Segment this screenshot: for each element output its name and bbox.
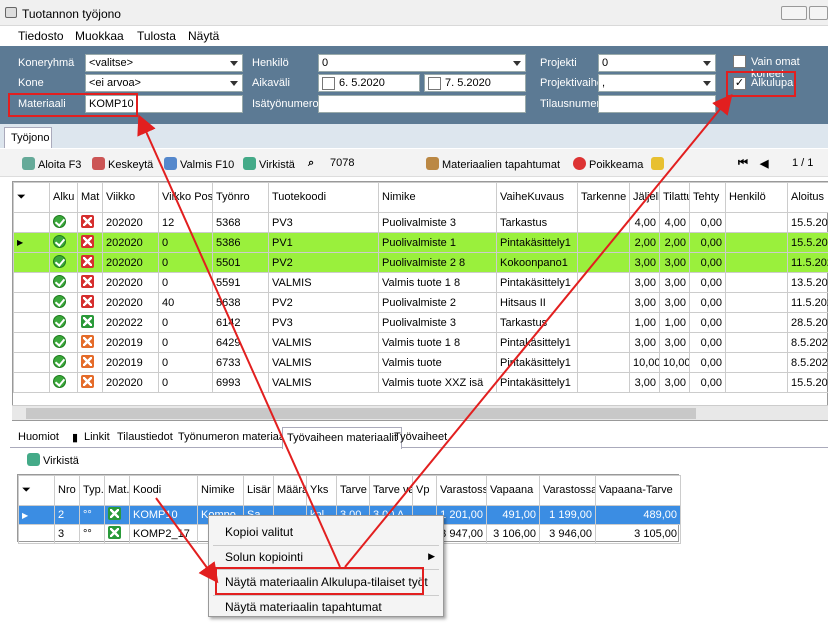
arrow-to-alkulupa — [344, 93, 733, 568]
arrow-to-menu — [155, 497, 219, 584]
arrow-to-materiaali — [137, 114, 341, 568]
annotation-arrows — [137, 93, 733, 584]
